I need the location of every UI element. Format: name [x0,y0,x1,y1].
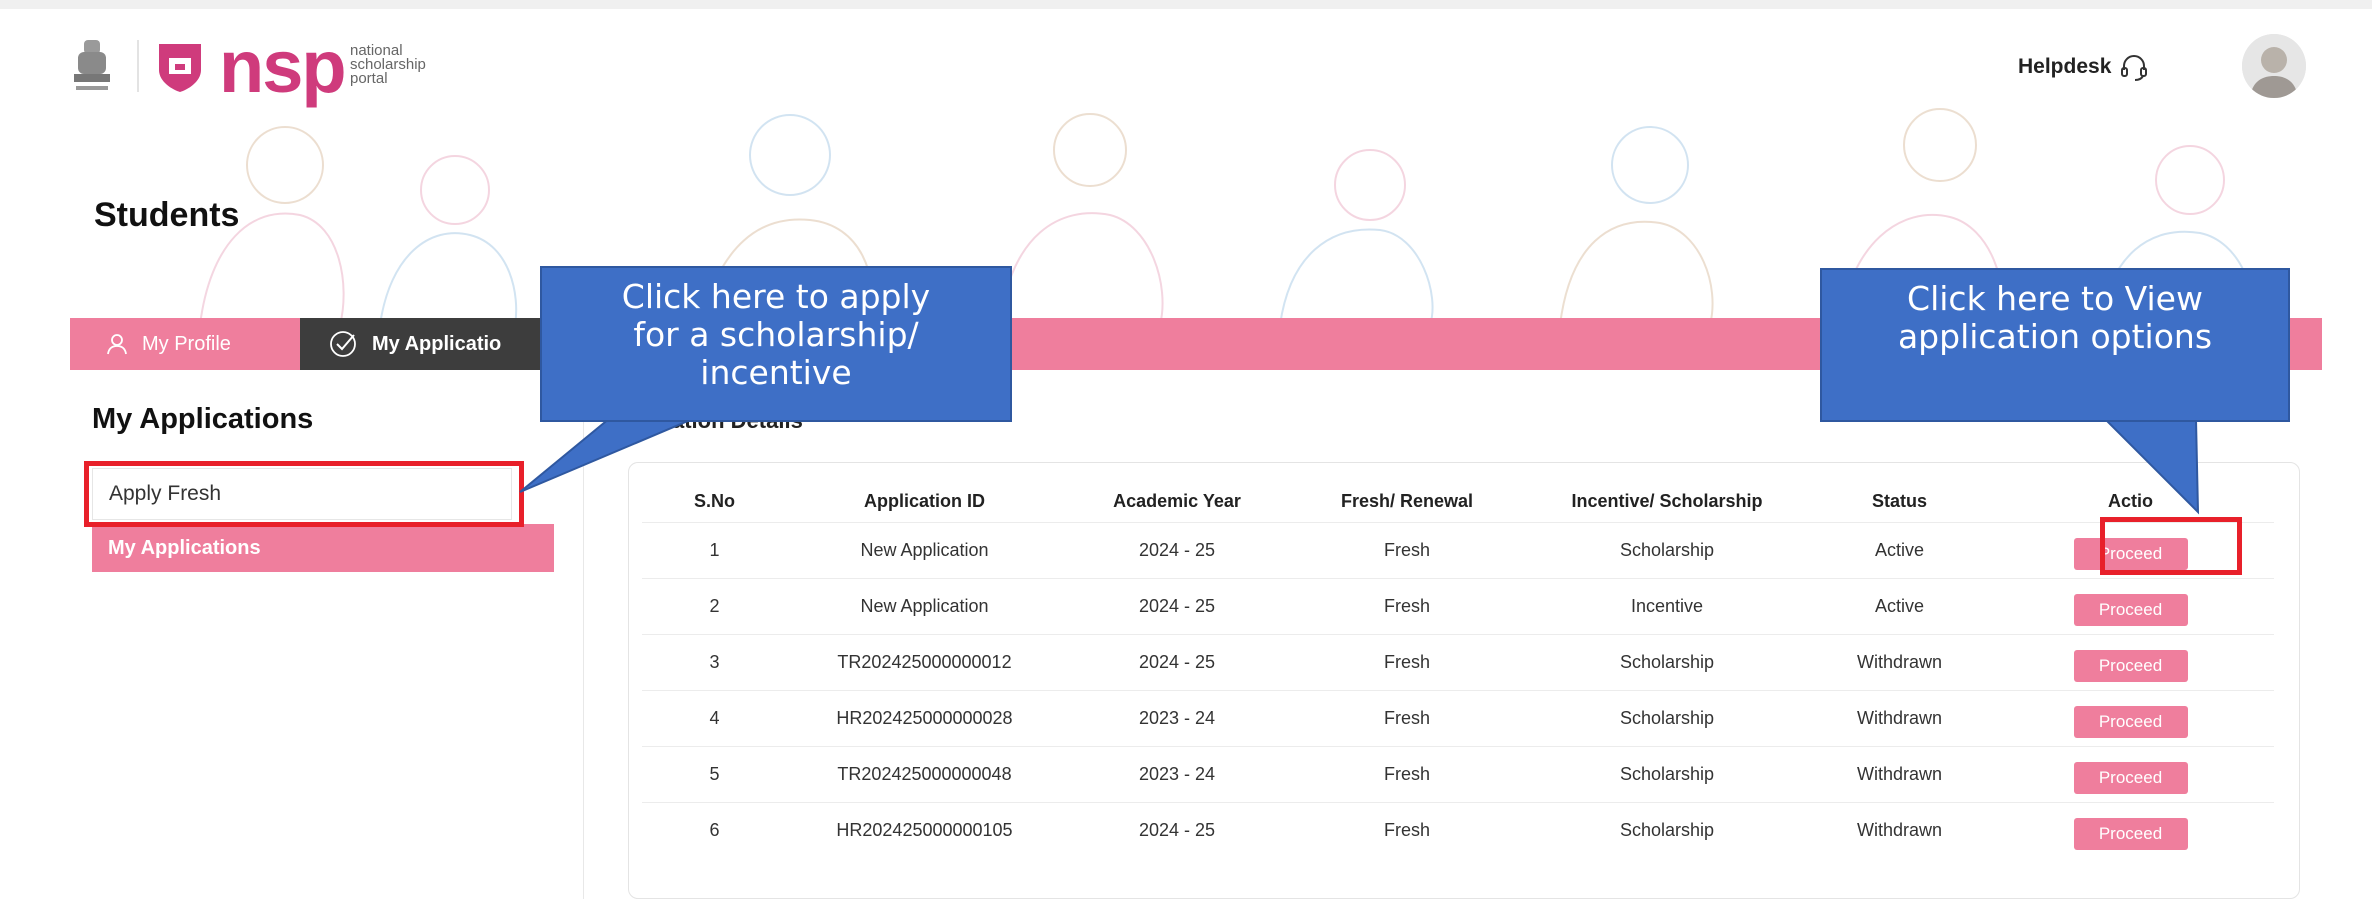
cell-academic-year: 2023 - 24 [1062,746,1292,803]
cell-academic-year: 2024 - 25 [1062,578,1292,635]
cell-academic-year: 2023 - 24 [1062,690,1292,747]
cell-application-id: HR202425000000105 [787,802,1062,858]
cell-action: Proceed [1987,802,2274,858]
cell-category: Scholarship [1522,690,1812,747]
cell-category: Scholarship [1522,522,1812,579]
cell-status: Active [1812,578,1987,635]
proceed-button[interactable]: Proceed [2073,593,2188,626]
applications-table: S.No Application ID Academic Year Fresh/… [642,480,2274,858]
top-strip [0,0,2372,9]
table-row: 5 TR202425000000048 2023 - 24 Fresh Scho… [642,746,2274,803]
table-row: 6 HR202425000000105 2024 - 25 Fresh Scho… [642,802,2274,858]
cell-status: Withdrawn [1812,802,1987,858]
tab-label: My Profile [142,332,231,355]
table-row: 3 TR202425000000012 2024 - 25 Fresh Scho… [642,634,2274,691]
cell-application-id: HR202425000000028 [787,690,1062,747]
column-header: Incentive/ Scholarship [1571,490,1763,511]
apply-fresh-highlight [84,461,524,527]
cell-sno: 1 [642,522,787,579]
proceed-button[interactable]: Proceed [2073,705,2188,738]
table-header-row: S.No Application ID Academic Year Fresh/… [642,480,2274,523]
cell-academic-year: 2024 - 25 [1062,522,1292,579]
nsp-logo-text: nsp [219,25,347,108]
cell-sno: 5 [642,746,787,803]
cell-status: Withdrawn [1812,690,1987,747]
user-avatar[interactable] [2242,34,2306,98]
cell-sno: 6 [642,802,787,858]
cell-application-id: TR202425000000012 [787,634,1062,691]
nsp-logo-subtitle: national scholarship portal [350,42,426,87]
table-row: 4 HR202425000000028 2023 - 24 Fresh Scho… [642,690,2274,747]
cell-academic-year: 2024 - 25 [1062,634,1292,691]
cell-fresh-renewal: Fresh [1292,802,1522,858]
sidebar-item-my-applications[interactable]: My Applications [92,524,554,572]
callout-line: application options [1897,317,2213,356]
cell-fresh-renewal: Fresh [1292,578,1522,635]
column-header: Status [1871,490,1927,511]
cell-category: Scholarship [1522,802,1812,858]
cell-sno: 3 [642,634,787,691]
helpdesk-label: Helpdesk [2018,55,2112,78]
cell-application-id: New Application [787,578,1062,635]
view-options-callout: Click here to View application options [1820,268,2290,422]
cell-action: Proceed [1987,578,2274,635]
callout-line: for a scholarship/ [633,315,919,354]
cell-action: Proceed [1987,634,2274,691]
tab-my-applications[interactable]: My Applicatio [300,318,560,370]
helpdesk-link[interactable]: Helpdesk [2018,52,2149,82]
sidebar-divider [583,403,584,899]
tab-label: My Applicatio [372,332,502,355]
cell-status: Withdrawn [1812,634,1987,691]
cell-fresh-renewal: Fresh [1292,690,1522,747]
user-icon [107,334,127,355]
callout-line: Click here to View [1907,279,2203,318]
cell-category: Incentive [1522,578,1812,635]
proceed-highlight [2100,517,2242,575]
column-header: Fresh/ Renewal [1340,490,1474,511]
cell-status: Withdrawn [1812,746,1987,803]
cell-application-id: TR202425000000048 [787,746,1062,803]
sidebar-heading: My Applications [92,403,314,435]
cell-academic-year: 2024 - 25 [1062,802,1292,858]
callout-line: incentive [700,353,852,392]
apply-callout: Click here to apply for a scholarship/ i… [540,266,1012,422]
user-photo-icon [2242,34,2306,98]
cell-fresh-renewal: Fresh [1292,634,1522,691]
cell-action: Proceed [1987,746,2274,803]
cell-fresh-renewal: Fresh [1292,746,1522,803]
cell-category: Scholarship [1522,746,1812,803]
callout-line: Click here to apply [621,277,931,316]
cell-application-id: New Application [787,522,1062,579]
proceed-button[interactable]: Proceed [2073,649,2188,682]
cell-sno: 2 [642,578,787,635]
page-title: Students [94,196,240,234]
proceed-button[interactable]: Proceed [2073,761,2188,794]
column-header: Academic Year [1113,490,1241,511]
cell-status: Active [1812,522,1987,579]
check-circle-icon [330,331,356,357]
proceed-button[interactable]: Proceed [2073,817,2188,850]
nsp-shield-logo [159,44,201,92]
cell-fresh-renewal: Fresh [1292,522,1522,579]
cell-action: Proceed [1987,690,2274,747]
headset-icon [2121,55,2148,81]
tab-my-profile[interactable]: My Profile [70,318,300,370]
cell-sno: 4 [642,690,787,747]
column-header: S.No [693,490,735,511]
table-row: 1 New Application 2024 - 25 Fresh Schola… [642,522,2274,579]
cell-category: Scholarship [1522,634,1812,691]
table-row: 2 New Application 2024 - 25 Fresh Incent… [642,578,2274,635]
header-divider [137,40,139,92]
column-header: Application ID [864,490,985,511]
government-emblem [74,40,110,90]
